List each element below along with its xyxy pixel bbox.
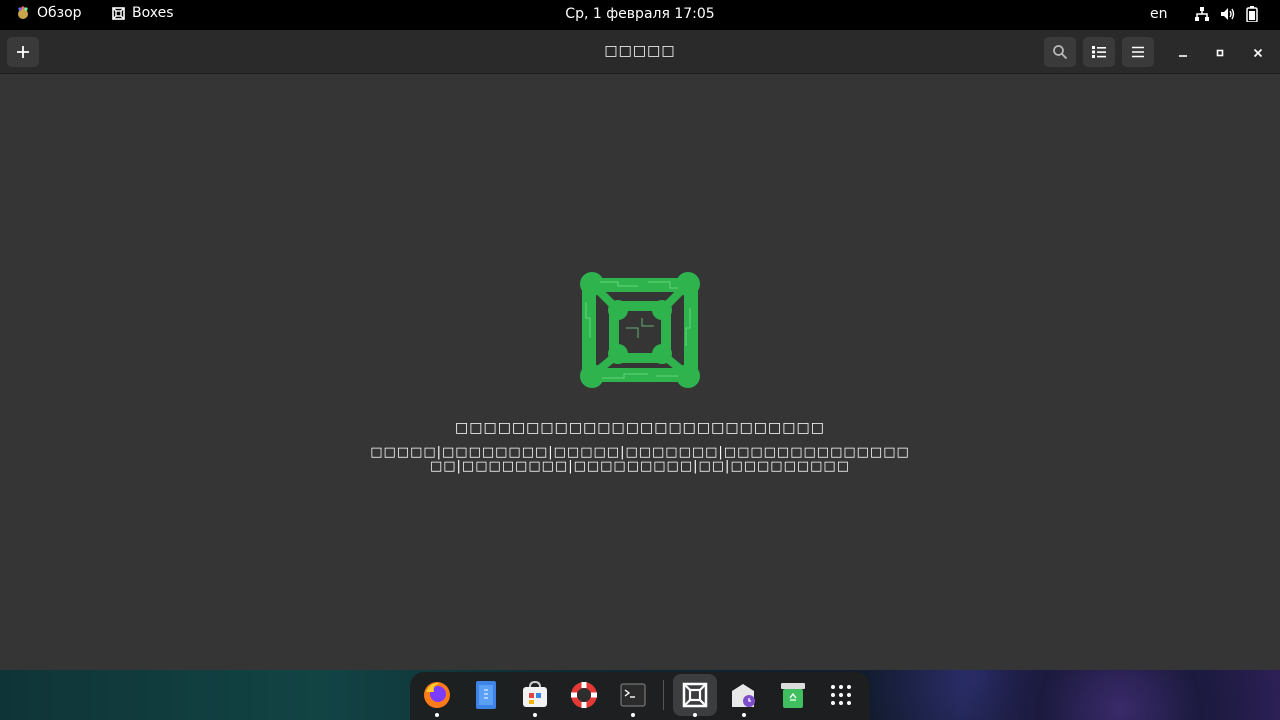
plus-icon — [17, 46, 29, 58]
app-menu[interactable]: Boxes — [111, 5, 174, 21]
terminal-icon — [620, 683, 646, 707]
language-indicator[interactable]: en — [1150, 6, 1168, 22]
running-indicator — [533, 713, 537, 717]
dock-text-editor[interactable] — [469, 678, 503, 712]
clock-button[interactable]: Ср, 1 февраля 17:05 — [565, 6, 714, 22]
boxes-icon — [682, 682, 708, 708]
header-bar: □□□□□ — [0, 30, 1280, 74]
boxes-small-icon — [112, 6, 125, 20]
dock-boxes[interactable] — [673, 674, 717, 716]
dock-separator — [663, 680, 664, 710]
volume-icon — [1221, 8, 1235, 20]
dock-terminal[interactable] — [616, 678, 650, 712]
dock-show-apps[interactable] — [824, 678, 858, 712]
network-icon — [1195, 7, 1209, 21]
app-name: Boxes — [132, 5, 174, 21]
boxes-logo-icon — [580, 272, 700, 388]
search-icon — [1053, 45, 1068, 60]
boxes-window: □□□□□ □□□□□□□□□□□□□□□□□□□□□□□□□□ □□□□□|□… — [0, 30, 1280, 670]
dock-backups[interactable] — [726, 678, 760, 712]
running-indicator — [742, 713, 746, 717]
minimize-button[interactable] — [1172, 42, 1194, 64]
dock — [410, 672, 870, 720]
view-toggle-button[interactable] — [1083, 37, 1115, 67]
close-icon — [1253, 48, 1263, 58]
main-menu-button[interactable] — [1122, 37, 1154, 67]
clock-area: Ср, 1 февраля 17:05 — [0, 6, 1280, 22]
trash-icon — [781, 683, 805, 708]
running-indicator — [631, 713, 635, 717]
search-button[interactable] — [1044, 37, 1076, 67]
maximize-icon — [1216, 49, 1224, 57]
app-grid-icon — [831, 685, 851, 705]
activities-button[interactable]: Обзор — [16, 5, 82, 21]
running-indicator — [435, 713, 439, 717]
dock-software[interactable] — [518, 678, 552, 712]
firefox-icon — [424, 682, 450, 708]
dock-firefox[interactable] — [420, 678, 454, 712]
close-button[interactable] — [1247, 42, 1269, 64]
hamburger-menu-icon — [1132, 46, 1144, 58]
gnome-foot-icon — [18, 6, 28, 19]
minimize-icon — [1179, 55, 1187, 57]
help-icon — [571, 682, 597, 708]
maximize-button[interactable] — [1209, 42, 1231, 64]
text-editor-icon — [476, 681, 496, 709]
empty-state-description: □□□□□|□□□□□□□□|□□□□□|□□□□□□□|□□□□□□□□□□□… — [370, 445, 910, 474]
dock-trash[interactable] — [776, 678, 810, 712]
running-indicator — [693, 713, 697, 717]
software-icon — [523, 681, 547, 707]
dock-help[interactable] — [567, 678, 601, 712]
empty-state-title: □□□□□□□□□□□□□□□□□□□□□□□□□□ — [455, 420, 825, 436]
battery-icon — [1246, 6, 1258, 22]
add-button[interactable] — [7, 37, 39, 67]
activities-label: Обзор — [37, 5, 82, 21]
system-tray[interactable] — [1194, 6, 1258, 22]
backups-icon — [732, 684, 755, 707]
list-view-icon — [1092, 46, 1106, 58]
top-bar: Обзор Boxes Ср, 1 февраля 17:05 en — [0, 0, 1280, 30]
